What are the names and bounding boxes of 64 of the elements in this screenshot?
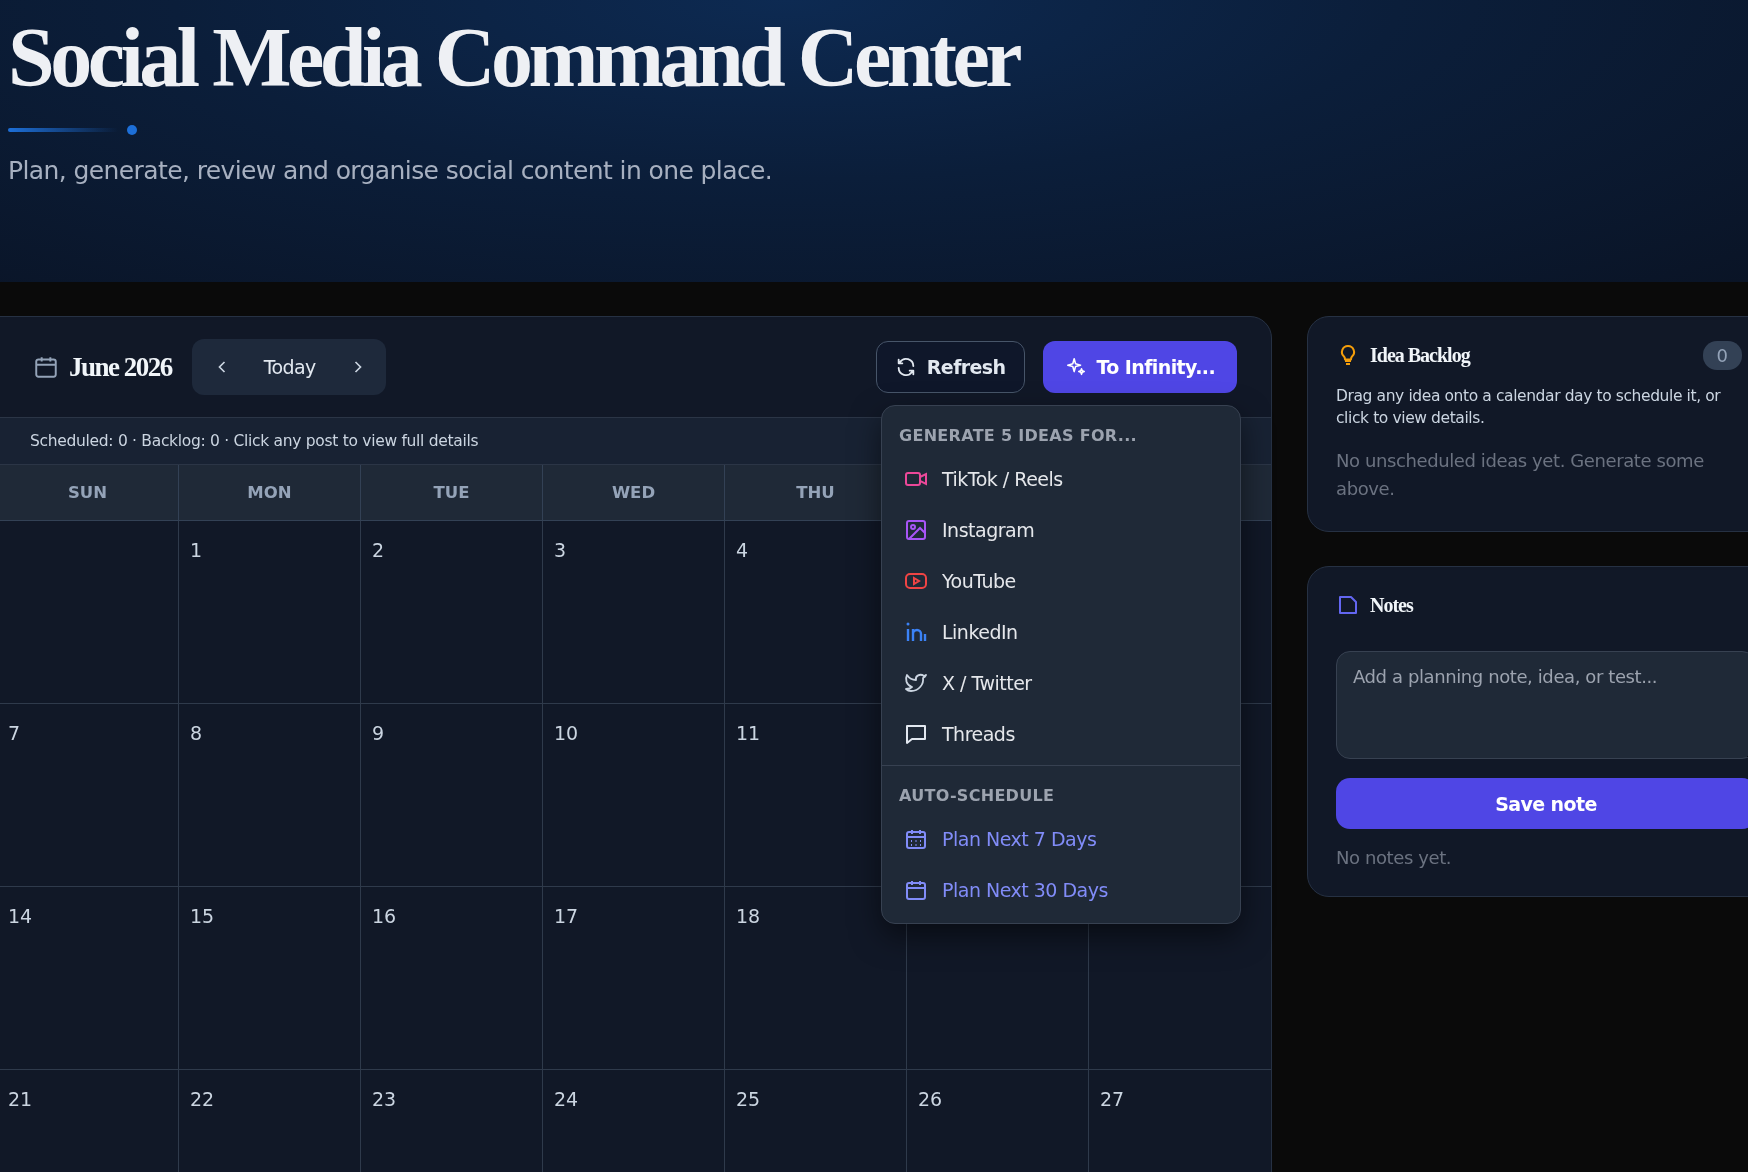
day-number: 2	[372, 539, 385, 561]
note-icon	[1336, 593, 1360, 617]
weekday-header-cell: MON	[179, 465, 361, 521]
day-cell[interactable]: 21	[0, 1070, 179, 1172]
calendar-summary: Scheduled: 0 · Backlog: 0 · Click any post to view full details	[30, 432, 479, 450]
calendar-icon	[33, 354, 59, 380]
day-cell[interactable]: 3	[543, 521, 725, 704]
day-cell[interactable]: 14	[0, 887, 179, 1070]
day-number: 1	[190, 539, 203, 561]
page-title: Social Media Command Center	[8, 10, 1019, 106]
day-cell[interactable]: 16	[361, 887, 543, 1070]
day-number: 25	[736, 1088, 761, 1110]
day-cell[interactable]: 22	[179, 1070, 361, 1172]
menu-heading: GENERATE 5 IDEAS FOR...	[898, 425, 1138, 447]
day-number: 11	[736, 722, 761, 744]
accent-line-icon	[8, 124, 138, 136]
sparkle-icon	[1064, 356, 1087, 378]
count-badge: 0	[1702, 340, 1742, 370]
day-number: 17	[554, 905, 579, 927]
empty-message: No unscheduled ideas yet. Generate some above.	[1336, 449, 1705, 501]
day-number: 23	[372, 1088, 397, 1110]
note-input[interactable]: Add a planning note, idea, or test...	[1336, 651, 1748, 759]
empty-message: No notes yet.	[1336, 847, 1452, 868]
weekday-header-cell: TUE	[361, 465, 543, 521]
day-cell[interactable]: 25	[725, 1070, 907, 1172]
day-number: 15	[190, 905, 215, 927]
day-cell[interactable]: 17	[543, 887, 725, 1070]
refresh-button[interactable]: Refresh	[875, 341, 1025, 393]
day-cell[interactable]: 26	[907, 1070, 1089, 1172]
day-cell[interactable]	[0, 521, 179, 704]
day-cell[interactable]: 2	[361, 521, 543, 704]
day-number: 14	[8, 905, 33, 927]
day-number: 4	[736, 539, 749, 561]
page-subtitle: Plan, generate, review and organise social content in one place.	[8, 156, 773, 185]
month-title: June 2026	[69, 351, 172, 383]
day-cell[interactable]: 10	[543, 704, 725, 887]
day-number: 27	[1100, 1088, 1125, 1110]
day-number: 22	[190, 1088, 215, 1110]
notes-title: Notes	[1370, 593, 1413, 617]
day-number: 10	[554, 722, 579, 744]
day-cell[interactable]: 24	[543, 1070, 725, 1172]
weekday-header-cell: SUN	[0, 465, 179, 521]
day-cell[interactable]: 1	[179, 521, 361, 704]
day-number: 7	[8, 722, 21, 744]
day-cell[interactable]: 8	[179, 704, 361, 887]
day-cell[interactable]: 27	[1089, 1070, 1271, 1172]
day-cell[interactable]: 7	[0, 704, 179, 887]
day-cell[interactable]: 15	[179, 887, 361, 1070]
generate-button[interactable]: To Infinity...	[1042, 341, 1237, 393]
today-button[interactable]: Today	[255, 356, 324, 378]
weekday-header-cell: WED	[543, 465, 725, 521]
backlog-hint: Drag any idea onto a calendar day to schedule it, or click to view details.	[1336, 386, 1722, 429]
day-cell[interactable]: 9	[361, 704, 543, 887]
day-number: 16	[372, 905, 397, 927]
backlog-title: Idea Backlog	[1370, 343, 1470, 367]
day-number: 3	[554, 539, 567, 561]
day-number: 21	[8, 1088, 33, 1110]
day-cell[interactable]: 23	[361, 1070, 543, 1172]
day-number: 9	[372, 722, 385, 744]
day-number: 18	[736, 905, 761, 927]
day-number: 8	[190, 722, 203, 744]
day-number: 26	[918, 1088, 943, 1110]
save-note-button[interactable]: Save note	[1336, 778, 1748, 829]
day-number: 24	[554, 1088, 579, 1110]
